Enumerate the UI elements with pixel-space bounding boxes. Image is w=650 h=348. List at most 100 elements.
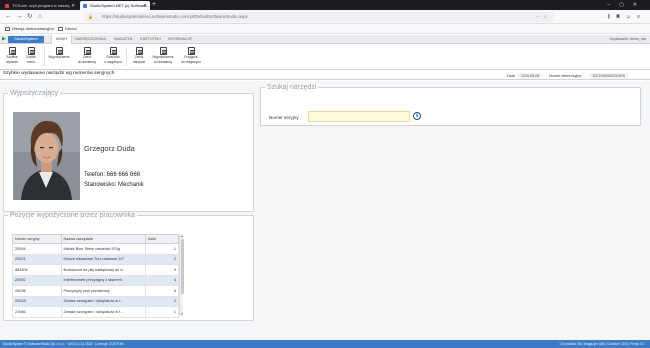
employee-photo <box>13 112 80 200</box>
browser-tab-bar: TCS.net, czyli program w naszej... ✕ Stu… <box>0 0 650 10</box>
window-controls[interactable]: –▢✕ <box>607 0 646 10</box>
scrollbar-thumb[interactable] <box>180 239 184 294</box>
home-icon[interactable]: ⌂ <box>38 12 42 22</box>
quantity-cell: 4 <box>145 274 179 286</box>
main-content: Wypożyczający Grzegorz Duda Telefon: 666… <box>0 81 650 340</box>
serial-cell: 20021 <box>12 253 62 265</box>
borrower-legend: Wypożyczający <box>10 90 59 97</box>
warehouse-receipt-button[interactable]: Przyjęcie do magazynu <box>180 47 202 69</box>
table-row[interactable]: 20021 Klucze nasadowe Torx udarowe 1/2" 2 <box>12 253 179 265</box>
warehouse-issue-button[interactable]: Rozchód z magazynu <box>102 47 124 69</box>
ribbon-separator <box>126 48 127 66</box>
bookmarks-bar: Wersja demonstracyjna Klienci <box>0 24 650 34</box>
footer-copyright: StudioSystem © SoftwareStudio Sp. z o.o.… <box>3 342 124 346</box>
browser-tab-1[interactable]: TCS.net, czyli program w naszej... ✕ <box>2 1 78 10</box>
employee-name: Grzegorz Duda <box>84 144 135 153</box>
new-tab-button[interactable]: + <box>152 0 156 10</box>
button-label: Wypożyczenie <box>48 55 70 59</box>
info-icon[interactable]: i <box>413 112 421 120</box>
bookmark-item[interactable]: Wersja demonstracyjna <box>4 24 54 34</box>
table-scrollbar[interactable]: ▲ ▼ <box>179 234 184 316</box>
borrower-panel: Wypożyczający Grzegorz Duda Telefon: 666… <box>3 90 254 212</box>
tool-name-cell: Młotek Blue Strike ciesielski 570g <box>60 243 147 255</box>
serial-number-input[interactable] <box>308 111 410 122</box>
button-label: od dostawcy <box>153 59 173 64</box>
menu-tab-informacje[interactable]: INFORMACJE <box>164 35 196 44</box>
serial-cell: 21086 <box>12 306 62 318</box>
serial-cell: 20092 <box>12 274 62 286</box>
person-portrait-icon <box>13 112 80 200</box>
browser-tab-2[interactable]: StudioSystem.NET (c) Software... ✕ <box>80 1 150 10</box>
scroll-up-icon[interactable]: ▲ <box>180 234 184 238</box>
ribbon-separator <box>44 48 45 66</box>
toolbar-icons[interactable]: ⫼▣☺≡ <box>608 12 646 22</box>
lock-icon: 🔒 <box>88 14 93 19</box>
status-bar: StudioSystem © SoftwareStudio Sp. z o.o.… <box>0 340 650 348</box>
scroll-down-icon[interactable]: ▼ <box>180 312 184 316</box>
menu-tab-kartoteki[interactable]: KARTOTEKI <box>136 35 165 44</box>
column-header[interactable]: Nazwa narzędzia <box>60 234 147 244</box>
serial-cell: 20394 <box>12 243 62 255</box>
browser-tab-title: TCS.net, czyli program w naszej... <box>12 3 73 8</box>
warehouse-receipt-icon <box>187 47 195 55</box>
borrowed-items-panel: Pozycje wypożyczone przez pracownika Num… <box>3 212 254 321</box>
ref-number-field: 6372446906331676 <box>590 73 628 79</box>
tool-name-cell: Precyzyjny pion pomiarowy <box>60 285 147 297</box>
search-panel: Szukaj narzędzi Numer seryjny i <box>260 84 641 126</box>
tool-name-cell: Zestaw szczypiec i wkrętaków w r... <box>60 306 147 318</box>
tab-favicon-icon <box>5 3 9 8</box>
quantity-cell: 1 <box>145 243 179 255</box>
serial-cell: 884304 <box>12 264 62 276</box>
table-header-row: Numer seryjny Nazwa narzędzia Ilość <box>12 234 179 244</box>
menu-tab-narzedziownia[interactable]: NARZĘDZIOWNIA <box>71 35 110 44</box>
table-row[interactable]: 884304 Brzeszczot do piły kabłąkowej do d… <box>12 264 179 276</box>
close-tab-icon[interactable]: ✕ <box>143 1 147 10</box>
search-legend: Szukaj narzędzi <box>267 84 317 91</box>
forward-icon[interactable]: → <box>16 12 23 22</box>
app-menu-bar: ▶ StudioSystem NOWY NARZĘDZIOWNIA MAGAZY… <box>0 35 650 44</box>
tools-return-icon <box>135 47 143 55</box>
quantity-cell: 6 <box>145 285 179 297</box>
table-row[interactable]: 20928 Zestaw szczypiec i wkrętaków w r...… <box>12 295 179 307</box>
button-label: zwrot <box>27 59 35 64</box>
rental-button[interactable]: Wypożyczenie <box>48 47 70 69</box>
column-header[interactable]: Ilość <box>145 234 179 244</box>
app-brand-button[interactable]: StudioSystem <box>8 36 44 43</box>
url-actions[interactable]: ⋯☆ <box>535 12 550 22</box>
page-title-row: Szybkie wydawanie narzędzi wg numerów se… <box>0 70 650 80</box>
tab-favicon-icon <box>83 3 87 8</box>
menu-tab-magazyn[interactable]: MAGAZYN <box>110 35 136 44</box>
quick-return-button[interactable]: Szybki zwrot <box>20 47 42 69</box>
quantity-cell: 3 <box>145 264 179 276</box>
browser-tab-title: StudioSystem.NET (c) Software... <box>90 3 150 8</box>
table-row[interactable]: 20394 Młotek Blue Strike ciesielski 570g 1 <box>12 243 179 255</box>
close-tab-icon[interactable]: ✕ <box>71 1 75 10</box>
borrowed-items-legend: Pozycje wypożyczone przez pracownika <box>10 212 135 219</box>
tools-return-button[interactable]: Zwrot narzędzi <box>128 47 150 69</box>
table-row[interactable]: 21086 Zestaw szczypiec i wkrętaków w r...… <box>12 306 179 318</box>
browser-nav-bar: ← → ↻ ⌂ 🔒 https://studiosystemdemo.softw… <box>0 10 650 24</box>
table-row[interactable]: 20092 Interferometr precyzyjny z laserem 4 <box>12 274 179 286</box>
url-text: https://studiosystemdemo.softwarestudio.… <box>102 14 248 19</box>
employee-phone: Telefon: 666 666 666 <box>84 172 141 178</box>
column-header[interactable]: Numer seryjny <box>12 234 62 244</box>
quick-issue-icon <box>8 47 16 55</box>
rental-icon <box>55 47 63 55</box>
return-to-supplier-icon <box>83 47 91 55</box>
reload-icon[interactable]: ↻ <box>27 12 32 22</box>
bookmark-icon <box>5 27 10 31</box>
play-icon[interactable]: ▶ <box>2 36 6 42</box>
employee-position: Stanowisko: Mechanik <box>84 182 144 188</box>
quantity-cell: 1 <box>145 306 179 318</box>
table-row[interactable]: 20036 Precyzyjny pion pomiarowy 6 <box>12 285 179 297</box>
user-info: Użytkownik: demo_nar <box>609 37 646 41</box>
back-icon[interactable]: ← <box>5 12 12 22</box>
url-bar[interactable]: 🔒 https://studiosystemdemo.softwarestudi… <box>84 12 554 22</box>
return-to-supplier-button[interactable]: Zwrot do dostawcy <box>76 47 98 69</box>
date-field: 2020-05-08 <box>518 73 543 79</box>
bookmark-item[interactable]: Klienci <box>57 24 77 34</box>
rental-from-supplier-button[interactable]: Wypożyczenie od dostawcy <box>152 47 174 69</box>
quick-return-icon <box>27 47 35 55</box>
menu-tab-nowy[interactable]: NOWY <box>51 35 73 44</box>
ribbon-toolbar: Szybkie wydanie Szybki zwrot Wypożyczeni… <box>0 44 650 70</box>
